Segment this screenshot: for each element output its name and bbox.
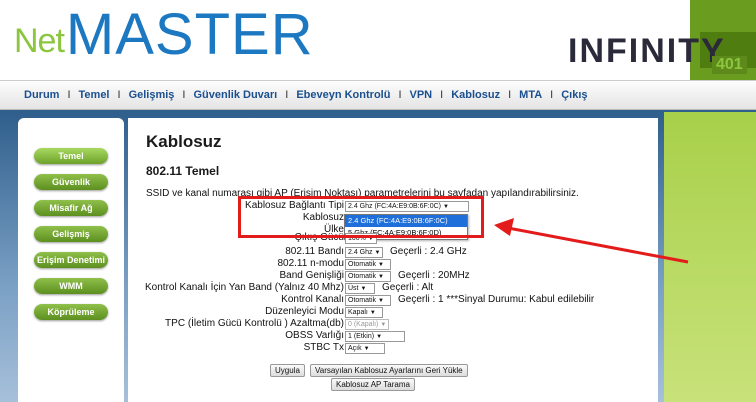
highlight-box	[238, 196, 484, 238]
stbc-value: Açık	[348, 345, 362, 352]
restore-defaults-button[interactable]: Varsayılan Kablosuz Ayarlarını Geri Yükl…	[310, 364, 468, 377]
obss-select[interactable]: 1 (Etkin) ▼	[345, 331, 405, 342]
infinity-word: INFINITY	[568, 32, 726, 70]
top-nav: Durum I Temel I Gelişmiş I Güvenlik Duvarı I Ebe…	[0, 80, 756, 110]
chevron-down-icon: ▼	[376, 334, 383, 340]
nav-separator: I	[508, 89, 512, 101]
nav-item-kablosuz[interactable]: Kablosuz	[451, 89, 500, 101]
control-value: Otomatik	[348, 297, 377, 304]
netmaster-logo: Net MASTER	[14, 0, 314, 64]
sidebar-item-misafir-ag[interactable]: Misafir Ağ	[34, 200, 108, 216]
tpc-label: TPC (İletim Gücü Kontrolü ) Azaltma(db)	[165, 318, 344, 329]
chevron-down-icon: ▼	[360, 286, 367, 292]
nav-separator: I	[182, 89, 186, 101]
tpc-select[interactable]: 0 (Kapalı) ▼	[345, 319, 389, 330]
bandwidth-current: Geçerli : 20MHz	[398, 270, 470, 281]
sideband-select[interactable]: Üst ▼	[345, 283, 375, 294]
nav-separator: I	[117, 89, 121, 101]
page-title: Kablosuz	[146, 132, 222, 151]
nav-separator: I	[67, 89, 71, 101]
apply-button[interactable]: Uygula	[270, 364, 305, 377]
chevron-down-icon: ▼	[369, 310, 376, 316]
chevron-down-icon: ▼	[378, 274, 384, 280]
obss-label: OBSS Varlığı	[285, 330, 344, 341]
sidebar-item-gelismis[interactable]: Gelişmiş	[34, 226, 108, 242]
nav-item-geli-mi-[interactable]: Gelişmiş	[129, 89, 175, 101]
sidebar-item-kopruleme[interactable]: Köprüleme	[34, 304, 108, 320]
chevron-down-icon: ▼	[378, 298, 384, 304]
bandwidth-value: Otomatik	[348, 273, 377, 280]
chevron-down-icon: ▼	[380, 322, 387, 328]
obss-value: 1 (Etkin)	[348, 333, 375, 340]
chevron-down-icon: ▼	[374, 250, 381, 256]
nav-item-mta[interactable]: MTA	[519, 89, 542, 101]
sidebar-item-erisim-denetimi[interactable]: Erişim Denetimi	[34, 252, 108, 268]
nmode-label: 802.11 n-modu	[277, 258, 344, 269]
header: Net MASTER INFINITY 401	[0, 0, 756, 80]
nav-separator: I	[398, 89, 402, 101]
nav-item-ebeveyn-kontrol-[interactable]: Ebeveyn Kontrolü	[296, 89, 390, 101]
band-value: 2.4 Ghz	[348, 249, 373, 256]
infinity-logo: INFINITY 401	[560, 14, 756, 78]
logo-master-text: MASTER	[65, 2, 314, 67]
regulatory-label: Düzenleyici Modu	[265, 306, 344, 317]
nav-separator: I	[550, 89, 554, 101]
nav-item-g-venlik-duvar-[interactable]: Güvenlik Duvarı	[193, 89, 277, 101]
control-select[interactable]: Otomatik ▼	[345, 295, 391, 306]
control-label: Kontrol Kanalı	[281, 294, 344, 305]
nmode-select[interactable]: Otomatik ▼	[345, 259, 391, 270]
chevron-down-icon: ▼	[363, 346, 370, 352]
main-content: Kablosuz 802.11 Temel SSID ve kanal numa…	[128, 118, 658, 402]
bandwidth-label: Band Genişliği	[279, 270, 344, 281]
sidebar: Temel Güvenlik Misafir Ağ Gelişmiş Erişi…	[18, 118, 124, 402]
sideband-value: Üst	[348, 285, 359, 292]
nav-item-temel[interactable]: Temel	[79, 89, 110, 101]
logo-net-text: Net	[14, 22, 65, 60]
chevron-down-icon: ▼	[378, 262, 384, 268]
nav-item--k-[interactable]: Çıkış	[561, 89, 587, 101]
sidebar-item-wmm[interactable]: WMM	[34, 278, 108, 294]
nav-separator: I	[440, 89, 444, 101]
regulatory-select[interactable]: Kapalı ▼	[345, 307, 383, 318]
sideband-current: Geçerli : Alt	[382, 282, 434, 293]
nav-separator: I	[285, 89, 289, 101]
nmode-value: Otomatik	[348, 261, 377, 268]
sidebar-item-temel[interactable]: Temel	[34, 148, 108, 164]
bandwidth-select[interactable]: Otomatik ▼	[345, 271, 391, 282]
control-current: Geçerli : 1 ***Sinyal Durumu: Kabul edil…	[398, 294, 595, 305]
sideband-label: Kontrol Kanalı İçin Yan Band (Yalnız 40 …	[145, 282, 344, 293]
right-decor-panel	[664, 112, 756, 402]
regulatory-value: Kapalı	[348, 309, 368, 316]
tpc-value: 0 (Kapalı)	[348, 321, 379, 328]
band-select[interactable]: 2.4 Ghz ▼	[345, 247, 383, 258]
stbc-select[interactable]: Açık ▼	[345, 343, 385, 354]
band-current: Geçerli : 2.4 GHz	[390, 246, 467, 257]
nav-item-durum[interactable]: Durum	[24, 89, 59, 101]
sidebar-item-guvenlik[interactable]: Güvenlik	[34, 174, 108, 190]
band-label: 802.11 Bandı	[285, 246, 344, 257]
infinity-number: 401	[712, 56, 747, 74]
nav-item-vpn[interactable]: VPN	[410, 89, 433, 101]
stbc-label: STBC Tx	[303, 342, 344, 353]
scan-ap-button[interactable]: Kablosuz AP Tarama	[331, 378, 415, 391]
section-title: 802.11 Temel	[146, 164, 220, 178]
